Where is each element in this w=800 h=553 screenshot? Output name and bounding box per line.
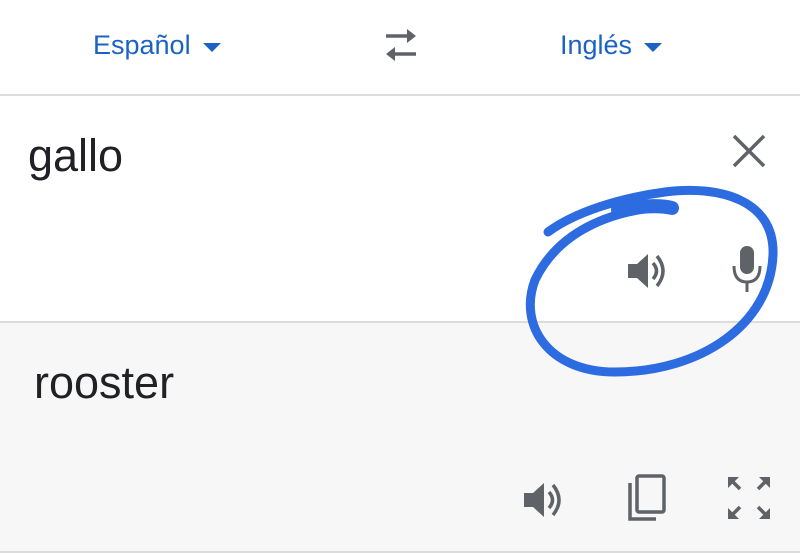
result-listen-button[interactable] (520, 477, 566, 523)
fullscreen-icon (728, 477, 770, 519)
source-language-selector[interactable]: Español (93, 22, 221, 68)
copy-translation-button[interactable] (624, 473, 668, 525)
target-language-selector[interactable]: Inglés (560, 22, 663, 68)
close-icon (732, 134, 766, 168)
swap-languages-button[interactable] (376, 24, 426, 66)
target-language-label: Inglés (560, 29, 633, 60)
result-panel: rooster (0, 323, 800, 553)
translation-result-text: rooster (34, 357, 175, 408)
swap-arrows-icon (386, 29, 416, 61)
speaker-icon (628, 254, 665, 288)
language-bar: Español Inglés (0, 0, 800, 96)
source-text-input[interactable]: gallo (28, 130, 123, 182)
translate-screen: Español Inglés gallo rooster (0, 0, 800, 553)
source-panel: gallo (0, 96, 800, 323)
chevron-down-icon (202, 42, 221, 52)
copy-icon (628, 474, 666, 521)
chevron-down-icon (644, 42, 663, 52)
source-language-label: Español (93, 29, 191, 60)
clear-text-button[interactable] (728, 130, 770, 172)
microphone-button[interactable] (730, 244, 764, 296)
source-listen-button[interactable] (624, 248, 670, 294)
speaker-icon (524, 483, 561, 517)
microphone-icon (732, 246, 762, 292)
fullscreen-button[interactable] (726, 475, 772, 521)
